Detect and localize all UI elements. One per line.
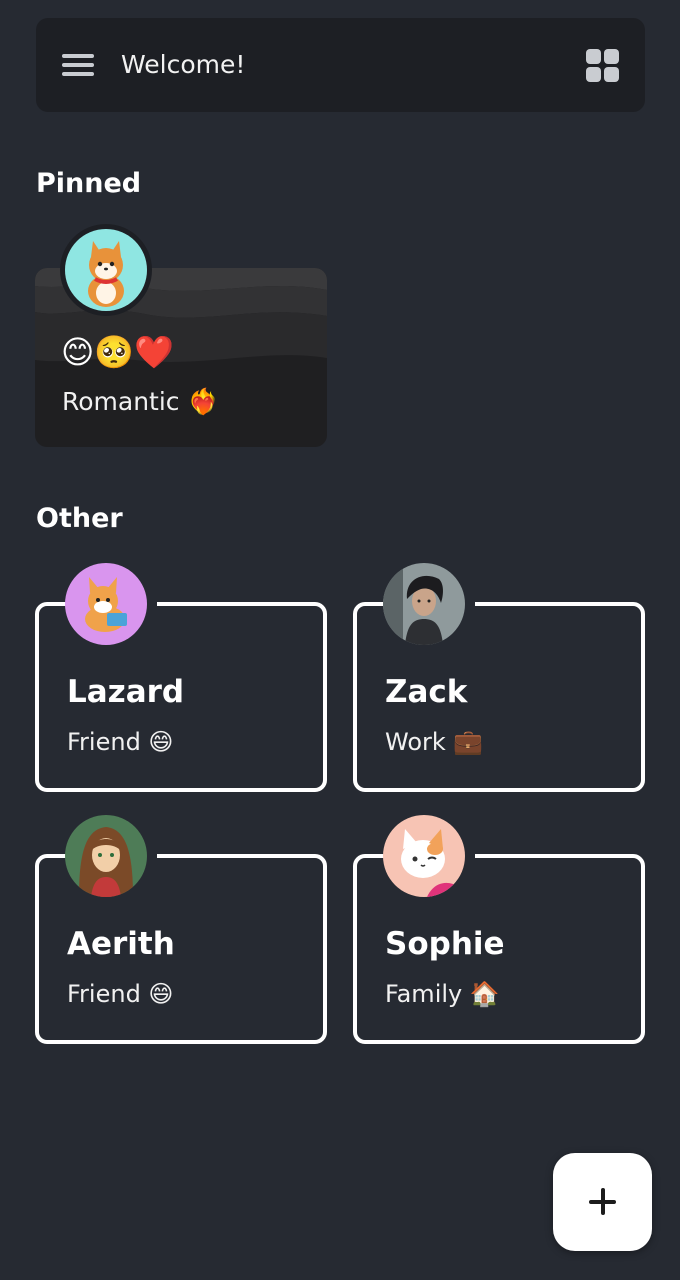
pinned-label: Romantic ❤️‍🔥 (62, 387, 219, 416)
contact-tag: Work 💼 (385, 728, 484, 756)
grid-view-icon[interactable] (586, 49, 619, 82)
top-bar: Welcome! (36, 18, 645, 112)
dark-haired-man-avatar[interactable] (383, 563, 465, 645)
contact-tag: Friend 😄 (67, 728, 174, 756)
add-contact-button[interactable] (553, 1153, 652, 1251)
brown-haired-woman-avatar[interactable] (65, 815, 147, 897)
app-screen: Welcome! Pinned 😊🥺❤️ Romantic ❤️‍🔥 (0, 0, 680, 1280)
white-cat-avatar[interactable] (383, 815, 465, 897)
contact-name: Zack (385, 674, 468, 710)
contact-tag: Family 🏠 (385, 980, 500, 1008)
pinned-heading: Pinned (36, 168, 142, 199)
shiba-dog-avatar[interactable] (65, 229, 147, 311)
corgi-reading-avatar[interactable] (65, 563, 147, 645)
contact-tag: Friend 😄 (67, 980, 174, 1008)
contact-name: Lazard (67, 674, 185, 710)
other-heading: Other (36, 503, 123, 534)
contact-name: Sophie (385, 926, 505, 962)
hamburger-menu-icon[interactable] (62, 52, 94, 78)
contact-name: Aerith (67, 926, 175, 962)
page-title: Welcome! (121, 50, 246, 79)
pinned-emoji-row: 😊🥺❤️ (61, 333, 175, 371)
